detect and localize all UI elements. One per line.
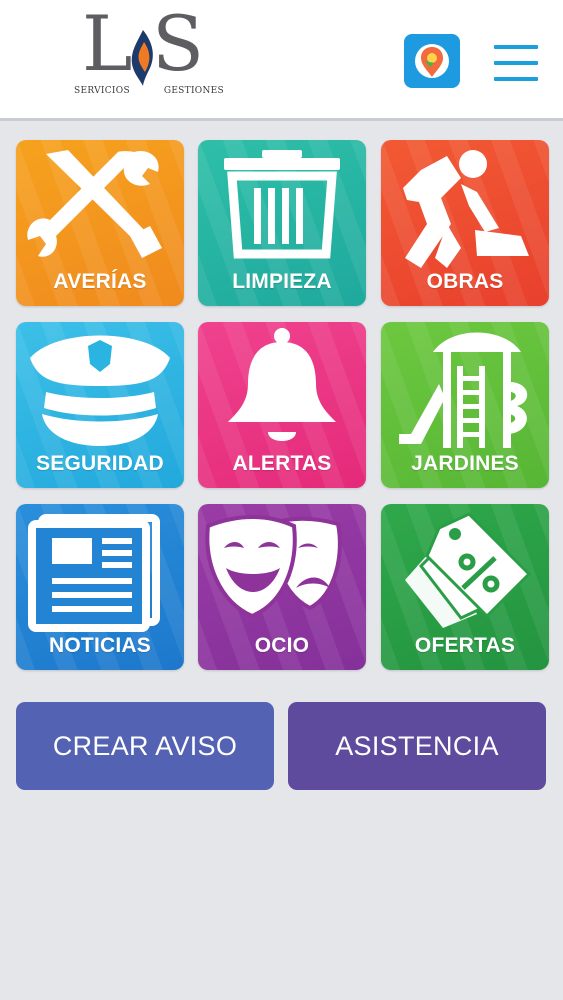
tile-obras[interactable]: OBRAS — [381, 140, 549, 306]
tile-label: AVERÍAS — [53, 270, 147, 293]
tile-label: SEGURIDAD — [36, 452, 164, 475]
tile-label: ALERTAS — [232, 452, 332, 475]
logo-letter-s: S — [152, 0, 205, 88]
assistance-button[interactable]: ASISTENCIA — [288, 702, 546, 790]
police-cap-icon — [30, 335, 170, 446]
discount-tags-icon — [405, 512, 532, 628]
bell-icon — [228, 328, 336, 441]
logo-word-servicios: SERVICIOS — [74, 86, 130, 96]
map-pin-icon — [415, 44, 449, 78]
logo-word-gestiones: GESTIONES — [163, 86, 224, 96]
tile-ocio[interactable]: OCIO — [198, 504, 366, 670]
menu-bar-bottom — [494, 77, 538, 81]
menu-bar-middle — [494, 61, 538, 65]
playground-icon — [399, 332, 528, 448]
tile-label: OBRAS — [426, 270, 504, 293]
location-app-button[interactable] — [404, 34, 460, 88]
hamburger-menu-button[interactable] — [492, 45, 540, 81]
hamburger-menu-icon — [494, 45, 538, 49]
tile-label: LIMPIEZA — [232, 270, 332, 293]
tile-label: OCIO — [254, 634, 310, 657]
tile-jardines[interactable]: JARDINES — [381, 322, 549, 488]
newspaper-icon — [28, 514, 160, 632]
tile-ofertas[interactable]: OFERTAS — [381, 504, 549, 670]
header-divider — [0, 118, 563, 121]
tile-limpieza[interactable]: LIMPIEZA — [198, 140, 366, 306]
app-header: L S SERVICIOS GESTIONES — [0, 0, 563, 118]
tools-icon — [27, 150, 162, 258]
tile-seguridad[interactable]: SEGURIDAD — [16, 322, 184, 488]
tile-label: JARDINES — [411, 452, 519, 475]
tile-noticias[interactable]: NOTICIAS — [16, 504, 184, 670]
tile-alertas[interactable]: ALERTAS — [198, 322, 366, 488]
create-alert-button[interactable]: CREAR AVISO — [16, 702, 274, 790]
company-logo: L S SERVICIOS GESTIONES — [74, 4, 224, 108]
logo-tagline: SERVICIOS GESTIONES — [74, 86, 224, 96]
worker-shovel-icon — [403, 150, 529, 268]
theater-masks-icon — [205, 515, 342, 619]
tile-label: NOTICIAS — [49, 634, 151, 657]
trash-bin-icon — [224, 150, 340, 259]
logo-letter-l: L — [82, 0, 133, 88]
tile-label: OFERTAS — [414, 634, 516, 657]
tile-averias[interactable]: AVERÍAS — [16, 140, 184, 306]
